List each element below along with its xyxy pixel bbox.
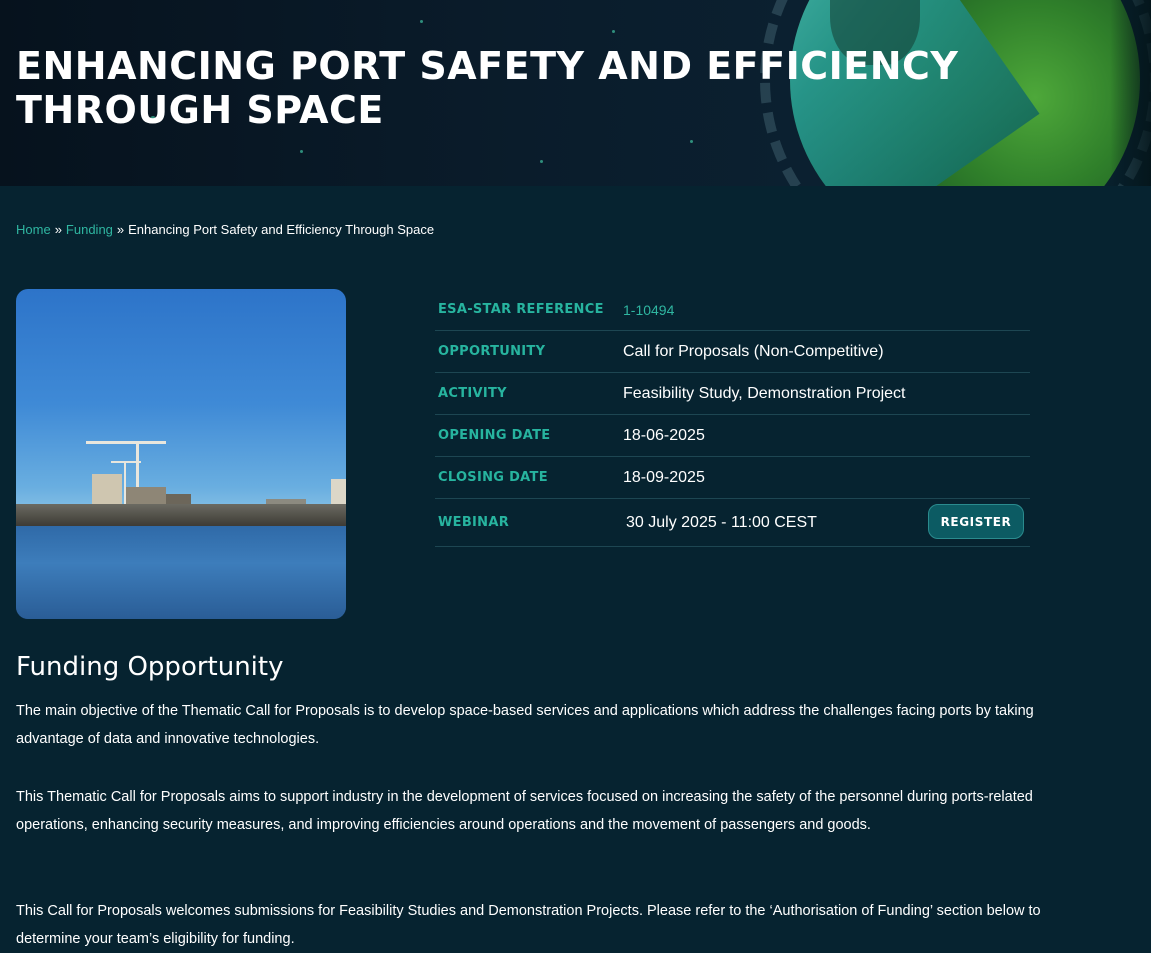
row-opening-date: OPENING DATE 18-06-2025 [435,415,1030,457]
breadcrumb-current: Enhancing Port Safety and Efficiency Thr… [128,222,435,237]
row-opportunity: OPPORTUNITY Call for Proposals (Non-Comp… [435,331,1030,373]
row-activity: ACTIVITY Feasibility Study, Demonstratio… [435,373,1030,415]
funding-paragraph: The main objective of the Thematic Call … [16,703,1034,747]
breadcrumb-funding-link[interactable]: Funding [66,222,113,237]
opportunity-details-table: ESA-STAR REFERENCE 1-10494 OPPORTUNITY C… [435,289,1030,547]
header-banner: ENHANCING PORT SAFETY AND EFFICIENCY THR… [0,0,1151,186]
port-photo [16,289,346,619]
row-value: Call for Proposals (Non-Competitive) [623,342,884,360]
row-closing-date: CLOSING DATE 18-09-2025 [435,457,1030,499]
row-label: OPPORTUNITY [438,344,546,359]
section-title-funding-opportunity: Funding Opportunity [16,652,284,682]
row-value: 30 July 2025 - 11:00 CEST [626,513,817,531]
breadcrumb-separator: » [54,222,62,237]
breadcrumb-home-link[interactable]: Home [16,222,51,237]
page-title: ENHANCING PORT SAFETY AND EFFICIENCY THR… [16,44,959,132]
row-label: CLOSING DATE [438,470,548,485]
row-label: ESA-STAR REFERENCE [438,302,604,317]
row-label: OPENING DATE [438,428,551,443]
register-button[interactable]: REGISTER [928,504,1024,539]
row-label: WEBINAR [438,515,510,530]
row-label: ACTIVITY [438,386,507,401]
row-value: Feasibility Study, Demonstration Project [623,384,906,402]
breadcrumb: Home» Funding» Enhancing Port Safety and E… [16,222,434,237]
breadcrumb-separator: » [116,222,125,237]
row-esa-star-reference: ESA-STAR REFERENCE 1-10494 [435,289,1030,331]
row-webinar: WEBINAR 30 July 2025 - 11:00 CEST REGIST… [435,499,1030,547]
row-value: 18-09-2025 [623,468,705,486]
row-value: 18-06-2025 [623,426,705,444]
funding-paragraph: This Thematic Call for Proposals aims to… [16,789,1033,833]
esa-star-reference-link[interactable]: 1-10494 [623,302,674,318]
